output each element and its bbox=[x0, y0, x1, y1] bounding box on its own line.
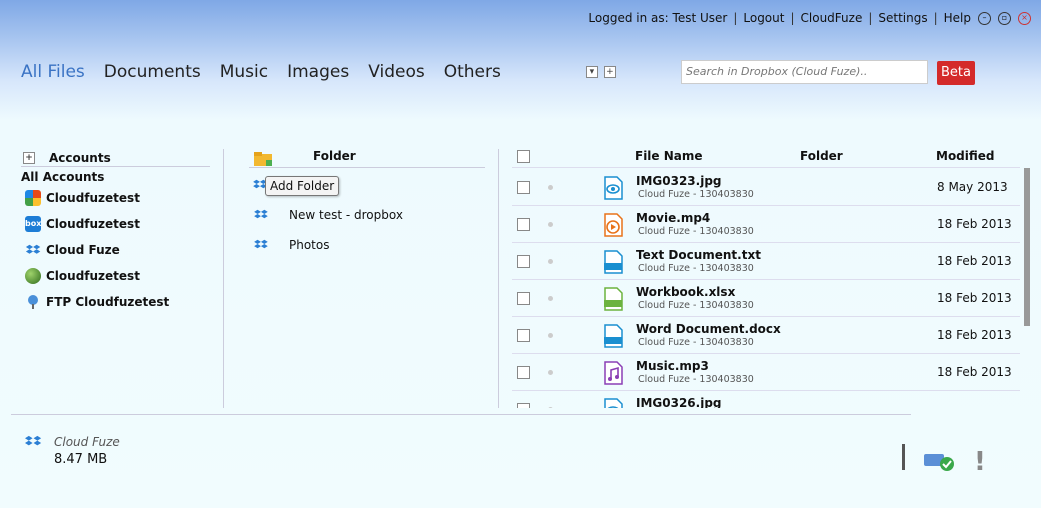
row-checkbox[interactable] bbox=[517, 255, 530, 268]
music-file-icon bbox=[602, 361, 624, 385]
xls-file-icon bbox=[602, 287, 624, 311]
divider bbox=[512, 205, 1020, 206]
row-checkbox[interactable] bbox=[517, 403, 530, 408]
row-status-dot bbox=[548, 407, 553, 408]
file-name[interactable]: Movie.mp4 bbox=[636, 211, 710, 225]
file-modified: 8 May 2013 bbox=[937, 180, 1008, 194]
file-source: Cloud Fuze - 130403830 bbox=[638, 374, 754, 385]
footer-storage-size: 8.47 MB bbox=[54, 452, 108, 467]
file-list: IMG0323.jpg Cloud Fuze - 130403830 8 May 2… bbox=[0, 0, 1041, 408]
file-name[interactable]: Word Document.docx bbox=[636, 322, 781, 336]
divider bbox=[512, 353, 1020, 354]
divider bbox=[11, 414, 911, 415]
file-modified: 18 Feb 2013 bbox=[937, 291, 1012, 305]
file-name[interactable]: Music.mp3 bbox=[636, 359, 709, 373]
row-checkbox[interactable] bbox=[517, 366, 530, 379]
file-name[interactable]: IMG0326.jpg bbox=[636, 396, 722, 408]
divider bbox=[512, 316, 1020, 317]
file-source: Cloud Fuze - 130403830 bbox=[638, 300, 754, 311]
dropbox-icon bbox=[25, 434, 43, 456]
file-source: Cloud Fuze - 130403830 bbox=[638, 263, 754, 274]
doc-file-icon bbox=[602, 250, 624, 274]
row-checkbox[interactable] bbox=[517, 218, 530, 231]
image-file-icon bbox=[602, 176, 624, 200]
divider bbox=[512, 390, 1020, 391]
divider bbox=[512, 242, 1020, 243]
row-checkbox[interactable] bbox=[517, 329, 530, 342]
file-name[interactable]: Workbook.xlsx bbox=[636, 285, 735, 299]
file-name[interactable]: Text Document.txt bbox=[636, 248, 761, 262]
video-file-icon bbox=[602, 213, 624, 237]
file-source: Cloud Fuze - 130403830 bbox=[638, 337, 754, 348]
row-checkbox[interactable] bbox=[517, 292, 530, 305]
file-name[interactable]: IMG0323.jpg bbox=[636, 174, 722, 188]
file-modified: 18 Feb 2013 bbox=[937, 217, 1012, 231]
doc-file-icon bbox=[602, 324, 624, 348]
file-modified: 18 Feb 2013 bbox=[937, 328, 1012, 342]
scrollbar[interactable] bbox=[1024, 168, 1030, 326]
file-source: Cloud Fuze - 130403830 bbox=[638, 189, 754, 200]
row-status-dot bbox=[548, 259, 553, 264]
sync-status-icon[interactable] bbox=[902, 444, 956, 478]
file-modified: 18 Feb 2013 bbox=[937, 365, 1012, 379]
file-source: Cloud Fuze - 130403830 bbox=[638, 226, 754, 237]
row-status-dot bbox=[548, 370, 553, 375]
alert-icon[interactable]: ! bbox=[974, 447, 986, 477]
row-status-dot bbox=[548, 185, 553, 190]
image-file-icon bbox=[602, 398, 624, 408]
footer-account-name: Cloud Fuze bbox=[54, 435, 120, 449]
row-checkbox[interactable] bbox=[517, 181, 530, 194]
row-status-dot bbox=[548, 333, 553, 338]
row-status-dot bbox=[548, 222, 553, 227]
file-modified: 18 Feb 2013 bbox=[937, 254, 1012, 268]
divider bbox=[512, 279, 1020, 280]
row-status-dot bbox=[548, 296, 553, 301]
